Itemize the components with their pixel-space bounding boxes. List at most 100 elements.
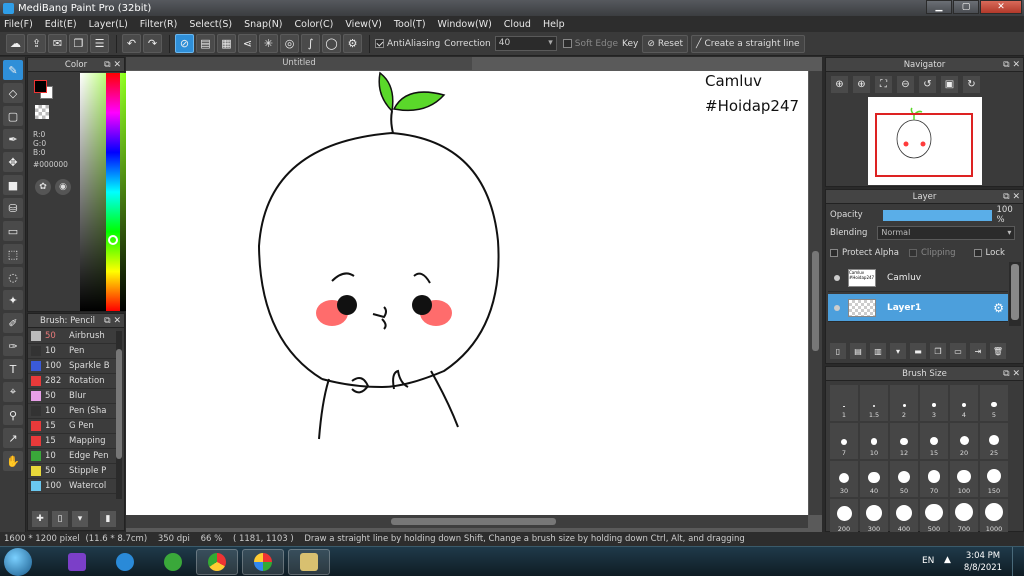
- task-paint[interactable]: [288, 549, 330, 575]
- menu-cloud[interactable]: Cloud: [504, 19, 531, 30]
- new-halftone-layer-icon[interactable]: ▤: [850, 343, 866, 359]
- zoom-in-icon[interactable]: ⊕: [831, 76, 848, 93]
- brush-item[interactable]: 10 Edge Pen: [28, 449, 116, 464]
- brush-size-option[interactable]: 500: [920, 499, 948, 535]
- menu-view[interactable]: View(V): [345, 19, 381, 30]
- show-desktop-button[interactable]: [1012, 547, 1024, 576]
- brush-size-option[interactable]: 200: [830, 499, 858, 535]
- brush-size-option[interactable]: 300: [860, 499, 888, 535]
- duplicate-icon[interactable]: ❐: [69, 34, 88, 53]
- brush-size-option[interactable]: 25: [980, 423, 1008, 459]
- brush-size-option[interactable]: 4: [950, 385, 978, 421]
- brush-size-option[interactable]: 12: [890, 423, 918, 459]
- hue-slider-handle[interactable]: [108, 235, 118, 245]
- language-indicator[interactable]: EN: [922, 556, 934, 566]
- magic-wand-icon[interactable]: ✦: [3, 290, 23, 310]
- rotate-right-icon[interactable]: ↻: [963, 76, 980, 93]
- snap-parallel-icon[interactable]: ▤: [196, 34, 215, 53]
- saturation-value-field[interactable]: [80, 73, 130, 311]
- snap-grid-icon[interactable]: ▦: [217, 34, 236, 53]
- brush-size-option[interactable]: 150: [980, 461, 1008, 497]
- new-layer-menu-icon[interactable]: ▾: [890, 343, 906, 359]
- document-tab[interactable]: Untitled: [126, 57, 472, 70]
- panel-close-icon[interactable]: ⧉ ✕: [104, 314, 121, 328]
- eraser-tool-icon[interactable]: ◇: [3, 83, 23, 103]
- brush-item[interactable]: 50 Stipple P: [28, 464, 116, 479]
- brush-size-option[interactable]: 2: [890, 385, 918, 421]
- text-tool-icon[interactable]: T: [3, 359, 23, 379]
- brush-size-option[interactable]: 5: [980, 385, 1008, 421]
- eyedropper-icon[interactable]: ⚲: [3, 405, 23, 425]
- menu-layer[interactable]: Layer(L): [89, 19, 128, 30]
- snap-settings-icon[interactable]: ⚙: [343, 34, 362, 53]
- menu-color[interactable]: Color(C): [295, 19, 334, 30]
- delete-layer-icon[interactable]: 🗑: [990, 343, 1006, 359]
- menu-file[interactable]: File(F): [4, 19, 33, 30]
- task-internet-explorer[interactable]: [104, 549, 146, 575]
- brush-size-option[interactable]: 100: [950, 461, 978, 497]
- layer-item-layer1[interactable]: Layer1 ⚙: [828, 294, 1008, 322]
- soft-edge-checkbox[interactable]: [562, 39, 572, 48]
- fill-tool-icon[interactable]: ■: [3, 175, 23, 195]
- brush-size-option[interactable]: 1: [830, 385, 858, 421]
- protect-alpha-checkbox[interactable]: [830, 249, 838, 257]
- brush-size-option[interactable]: 700: [950, 499, 978, 535]
- palette-icon[interactable]: ✿: [35, 179, 51, 195]
- dot-tool-icon[interactable]: ▢: [3, 106, 23, 126]
- layer-move-icon[interactable]: ⇥: [970, 343, 986, 359]
- pen-tool-icon[interactable]: ✒: [3, 129, 23, 149]
- visibility-icon[interactable]: [834, 274, 840, 281]
- menu-tool[interactable]: Tool(T): [394, 19, 426, 30]
- brush-item[interactable]: 50 Airbrush: [28, 329, 116, 344]
- maximize-button[interactable]: ▢: [953, 0, 979, 14]
- layer-list-scrollbar[interactable]: [1009, 262, 1021, 326]
- duplicate-layer-icon[interactable]: ❐: [930, 343, 946, 359]
- brush-delete-icon[interactable]: ▮: [100, 511, 116, 527]
- task-visual-studio[interactable]: [56, 549, 98, 575]
- brush-size-option[interactable]: 10: [860, 423, 888, 459]
- start-button[interactable]: [4, 548, 32, 576]
- brush-size-option[interactable]: 3: [920, 385, 948, 421]
- brush-item[interactable]: 282 Rotation: [28, 374, 116, 389]
- brush-item[interactable]: 100 Watercol: [28, 479, 116, 494]
- canvas-horizontal-scrollbar[interactable]: [126, 515, 808, 528]
- clipping-checkbox[interactable]: [908, 249, 917, 257]
- panel-close-icon[interactable]: ⧉ ✕: [1003, 58, 1020, 72]
- menu-help[interactable]: Help: [543, 19, 565, 30]
- brush-size-option[interactable]: 20: [950, 423, 978, 459]
- brush-item[interactable]: 50 Blur: [28, 389, 116, 404]
- brush-item[interactable]: 100 Sparkle B: [28, 359, 116, 374]
- antialiasing-checkbox[interactable]: [375, 39, 384, 48]
- clock[interactable]: 3:04 PM 8/8/2021: [960, 550, 1006, 574]
- brush-menu-icon[interactable]: ▾: [72, 511, 88, 527]
- bucket-tool-icon[interactable]: ⛁: [3, 198, 23, 218]
- operation-tool-icon[interactable]: ↗: [3, 428, 23, 448]
- zoom-out-icon[interactable]: ⊖: [897, 76, 914, 93]
- blending-select[interactable]: Normal: [877, 226, 1016, 240]
- snap-radial-icon[interactable]: ✳: [259, 34, 278, 53]
- task-chrome[interactable]: [196, 549, 238, 575]
- menu-select[interactable]: Select(S): [189, 19, 232, 30]
- select-pen-icon[interactable]: ✐: [3, 313, 23, 333]
- panel-close-icon[interactable]: ⧉ ✕: [1003, 190, 1020, 204]
- brush-size-option[interactable]: 40: [860, 461, 888, 497]
- menu-snap[interactable]: Snap(N): [244, 19, 282, 30]
- hue-slider[interactable]: [106, 73, 120, 311]
- comment-icon[interactable]: ✉: [48, 34, 67, 53]
- snap-ellipse-icon[interactable]: ◯: [322, 34, 341, 53]
- brush-size-option[interactable]: 1.5: [860, 385, 888, 421]
- minimize-button[interactable]: ▁: [926, 0, 952, 14]
- snap-off-icon[interactable]: ⊘: [175, 34, 194, 53]
- divide-tool-icon[interactable]: ⌖: [3, 382, 23, 402]
- opacity-slider[interactable]: [882, 209, 992, 221]
- task-coc-coc[interactable]: [152, 549, 194, 575]
- redo-icon[interactable]: ↷: [143, 34, 162, 53]
- brush-item[interactable]: 10 Pen: [28, 344, 116, 359]
- foreground-color-swatch[interactable]: [34, 80, 47, 93]
- brush-size-option[interactable]: 70: [920, 461, 948, 497]
- new-layer-icon[interactable]: ▯: [830, 343, 846, 359]
- transparent-color-swatch[interactable]: [35, 105, 49, 119]
- straight-line-button[interactable]: ╱ Create a straight line: [691, 34, 805, 53]
- reset-button[interactable]: ⊘ Reset: [642, 34, 689, 53]
- hand-tool-icon[interactable]: ✋: [3, 451, 23, 471]
